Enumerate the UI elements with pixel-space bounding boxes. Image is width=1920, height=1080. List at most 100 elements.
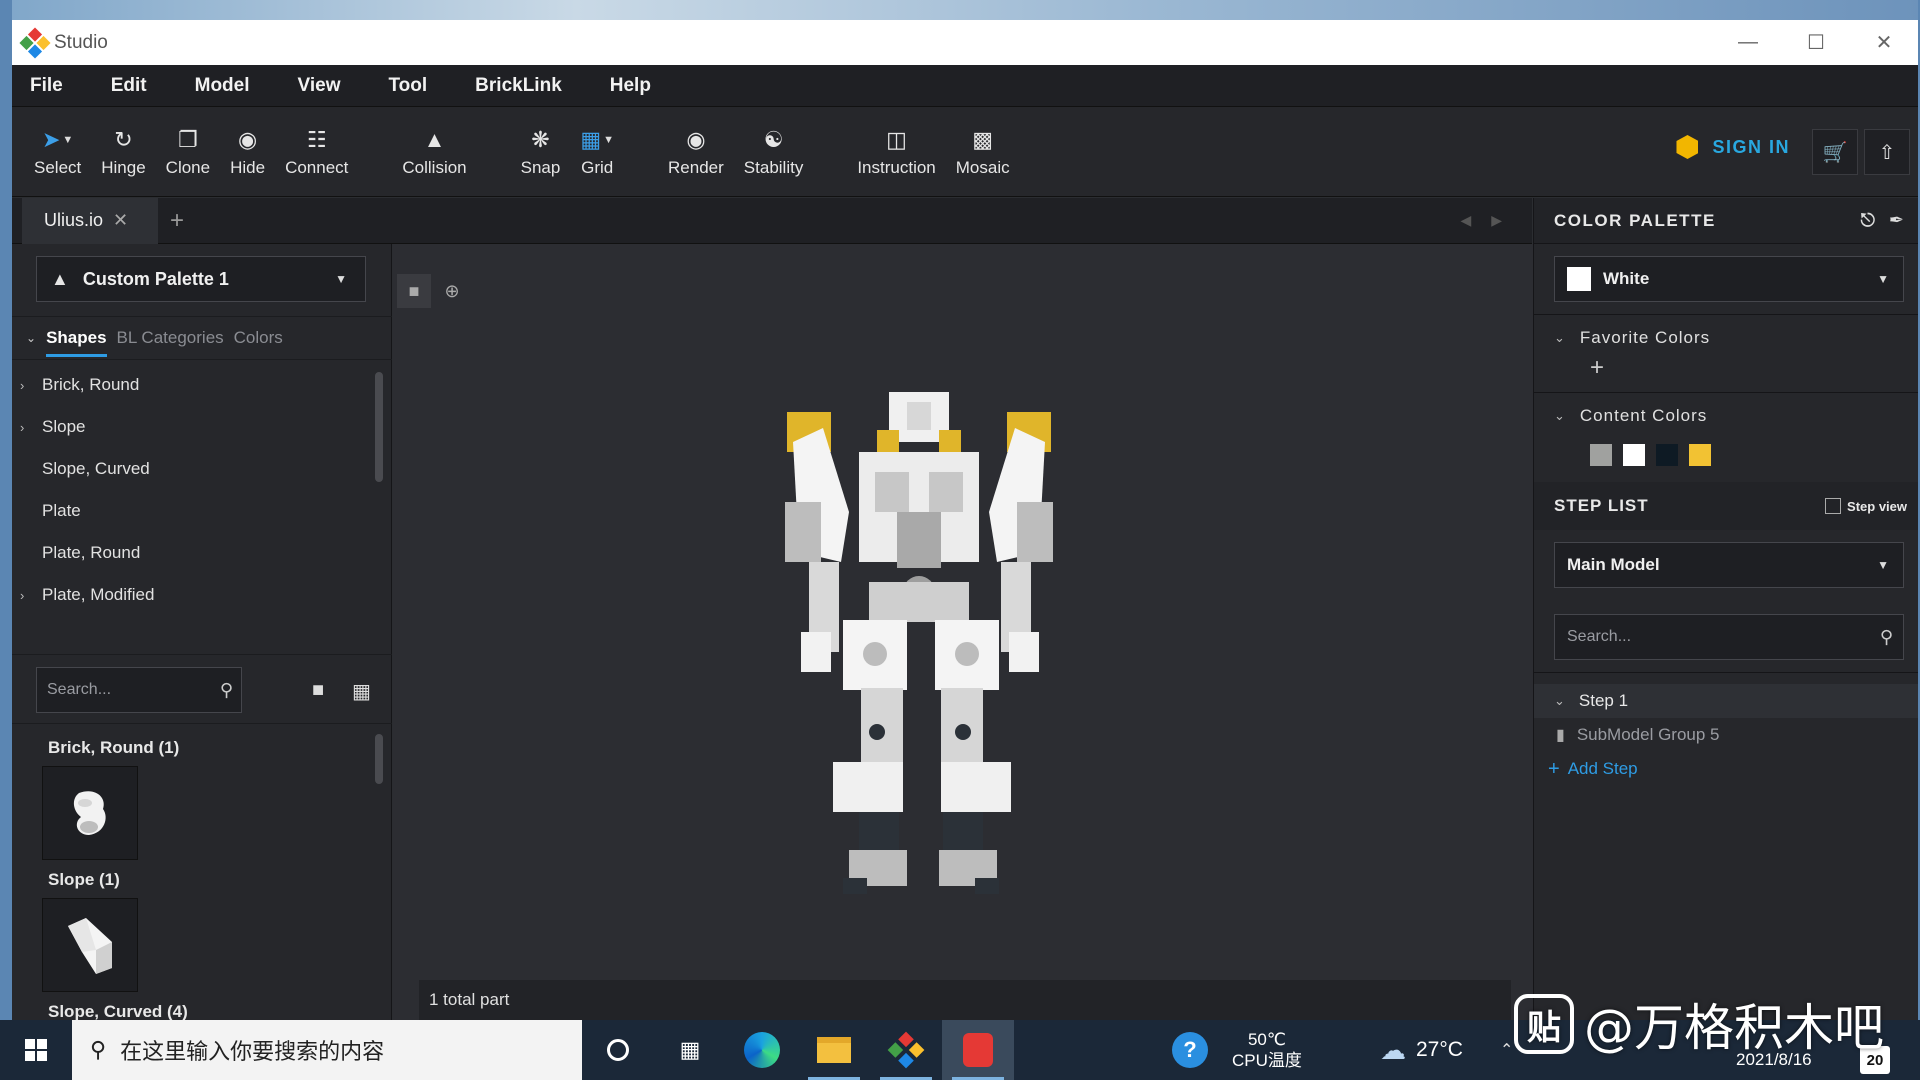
category-item[interactable]: › Slope — [12, 406, 384, 448]
mosaic-tool-button[interactable]: ▩ Mosaic — [946, 107, 1020, 196]
hide-tool-button[interactable]: ◉ Hide — [220, 107, 275, 196]
category-item[interactable]: Plate, Round — [12, 532, 384, 574]
clone-tool-button[interactable]: ❐ Clone — [156, 107, 220, 196]
tab-scroll-right-icon[interactable]: ▶ — [1491, 212, 1502, 229]
category-item[interactable]: Slope, Curved — [12, 448, 384, 490]
color-palette-header: COLOR PALETTE ⎋ ✒ — [1534, 198, 1918, 244]
step-search-input[interactable]: Search... ⚲ — [1554, 614, 1904, 660]
start-button[interactable] — [0, 1020, 72, 1080]
content-color-swatch[interactable] — [1623, 444, 1645, 466]
favorite-colors-section[interactable]: ⌄ Favorite Colors — [1554, 328, 1710, 348]
menu-view[interactable]: View — [292, 75, 347, 97]
taskbar-search-input[interactable]: ⚲ 在这里输入你要搜索的内容 — [72, 1020, 582, 1080]
tab-colors[interactable]: Colors — [234, 328, 283, 348]
close-button[interactable]: ✕ — [1850, 20, 1918, 65]
task-view-button[interactable]: ▦ — [654, 1020, 726, 1080]
edge-button[interactable] — [726, 1020, 798, 1080]
menu-edit[interactable]: Edit — [105, 75, 153, 97]
tool-label: Instruction — [857, 157, 936, 177]
sign-in-button[interactable]: SIGN IN — [1676, 135, 1790, 159]
menu-help[interactable]: Help — [604, 75, 657, 97]
maximize-button[interactable]: ☐ — [1782, 20, 1850, 65]
magnet-icon: ❋ — [531, 126, 550, 152]
stability-tool-button[interactable]: ☯ Stability — [734, 107, 814, 196]
category-list: › Brick, Round › Slope Slope, Curved Plate… — [12, 364, 384, 619]
tab-scroll-left-icon[interactable]: ◀ — [1460, 212, 1471, 229]
hinge-icon: ↻ — [114, 126, 133, 152]
recorder-icon — [963, 1033, 993, 1067]
content-color-swatch[interactable] — [1689, 444, 1711, 466]
step-row[interactable]: ⌄ Step 1 — [1534, 684, 1918, 718]
orbit-icon[interactable]: ⊕ — [435, 274, 469, 308]
snap-tool-button[interactable]: ❋ Snap — [511, 107, 571, 196]
paint-roller-icon[interactable]: ⎋ — [1861, 210, 1875, 231]
studio-taskbar-button[interactable] — [870, 1020, 942, 1080]
chevron-down-icon[interactable]: ⌄ — [26, 331, 36, 345]
color-dropdown[interactable]: White ▼ — [1554, 256, 1904, 302]
cpu-temp-label: CPU温度 — [1232, 1051, 1302, 1070]
tab-ulius[interactable]: Ulius.io ✕ — [22, 197, 158, 244]
collision-tool-button[interactable]: ▲ Collision — [392, 107, 476, 196]
eyedropper-icon[interactable]: ✒ — [1889, 210, 1904, 231]
content-colors-label: Content Colors — [1579, 406, 1708, 425]
weather-widget[interactable]: ☁ 27°C — [1380, 1020, 1463, 1080]
parts-search-row: Search... ⚲ ■ ▦ — [12, 654, 392, 724]
edge-icon — [744, 1032, 780, 1068]
tool-label: Clone — [165, 157, 211, 177]
add-step-button[interactable]: + Add Step — [1534, 752, 1918, 786]
menu-file[interactable]: File — [24, 75, 69, 97]
palette-dropdown[interactable]: ▲ Custom Palette 1 ▼ — [36, 256, 366, 302]
category-item[interactable]: › Plate, Modified — [12, 574, 384, 616]
select-tool-button[interactable]: ➤ ▼ Select — [24, 107, 91, 196]
category-item[interactable]: Plate — [12, 490, 384, 532]
cart-button[interactable]: 🛒 — [1812, 129, 1858, 175]
menu-model[interactable]: Model — [189, 75, 256, 97]
help-tray-icon[interactable]: ? — [1172, 1020, 1208, 1080]
instruction-tool-button[interactable]: ◫ Instruction — [847, 107, 945, 196]
parts-palette-panel: ▲ Custom Palette 1 ▼ ⌄ Shapes BL Categor… — [12, 244, 392, 1020]
render-tool-button[interactable]: ◉ Render — [658, 107, 734, 196]
parts-search-input[interactable]: Search... ⚲ — [36, 667, 242, 713]
parts-scrollbar[interactable] — [375, 734, 383, 784]
hinge-tool-button[interactable]: ↻ Hinge — [91, 107, 155, 196]
content-color-swatch[interactable] — [1590, 444, 1612, 466]
tab-bl-categories[interactable]: BL Categories — [117, 328, 224, 348]
search-placeholder: Search... — [47, 681, 112, 698]
upload-button[interactable]: ⇧ — [1864, 129, 1910, 175]
menu-tool[interactable]: Tool — [382, 75, 433, 97]
add-step-label: Add Step — [1567, 759, 1638, 778]
chevron-right-icon: › — [20, 377, 25, 393]
tray-overflow-icon[interactable]: ⌃ — [1500, 1020, 1513, 1080]
menu-bricklink[interactable]: BrickLink — [469, 75, 568, 97]
brick-view-icon[interactable]: ■ — [312, 679, 324, 702]
submodel-row[interactable]: ▮ SubModel Group 5 — [1534, 718, 1918, 752]
tab-shapes[interactable]: Shapes — [46, 328, 107, 357]
content-colors-section[interactable]: ⌄ Content Colors — [1554, 406, 1707, 426]
part-count-label: 1 total part — [429, 990, 510, 1009]
shapes-icon: ▲ — [51, 268, 69, 289]
cpu-temperature-widget[interactable]: 50℃ CPU温度 — [1232, 1020, 1302, 1080]
part-tile-brick-round[interactable] — [42, 766, 138, 860]
task-view-icon: ▦ — [679, 1037, 701, 1062]
lego-mech-model[interactable] — [779, 392, 1079, 912]
grid-tool-button[interactable]: ▦ ▼ Grid — [570, 107, 624, 196]
add-tab-button[interactable]: + — [170, 207, 184, 235]
close-tab-icon[interactable]: ✕ — [113, 210, 128, 231]
checkbox-icon — [1825, 498, 1842, 514]
grid-view-icon[interactable]: ▦ — [352, 679, 371, 704]
chevron-down-icon: ⌄ — [1554, 693, 1565, 708]
recorder-taskbar-button[interactable] — [942, 1020, 1014, 1080]
minimize-button[interactable]: — — [1714, 20, 1782, 65]
camera-icon[interactable]: ■ — [397, 274, 431, 308]
model-dropdown[interactable]: Main Model ▼ — [1554, 542, 1904, 588]
step-view-checkbox[interactable]: Step view — [1825, 498, 1907, 514]
category-scrollbar[interactable] — [375, 372, 383, 482]
part-tile-slope[interactable] — [42, 898, 138, 992]
category-item[interactable]: › Brick, Round — [12, 364, 384, 406]
add-favorite-color-button[interactable]: + — [1590, 354, 1604, 382]
3d-viewport[interactable]: ■ ⊕ 1 total part — [393, 244, 1533, 1020]
file-explorer-button[interactable] — [798, 1020, 870, 1080]
content-color-swatch[interactable] — [1656, 444, 1678, 466]
connect-tool-button[interactable]: ☷ Connect — [275, 107, 358, 196]
cortana-button[interactable] — [582, 1020, 654, 1080]
